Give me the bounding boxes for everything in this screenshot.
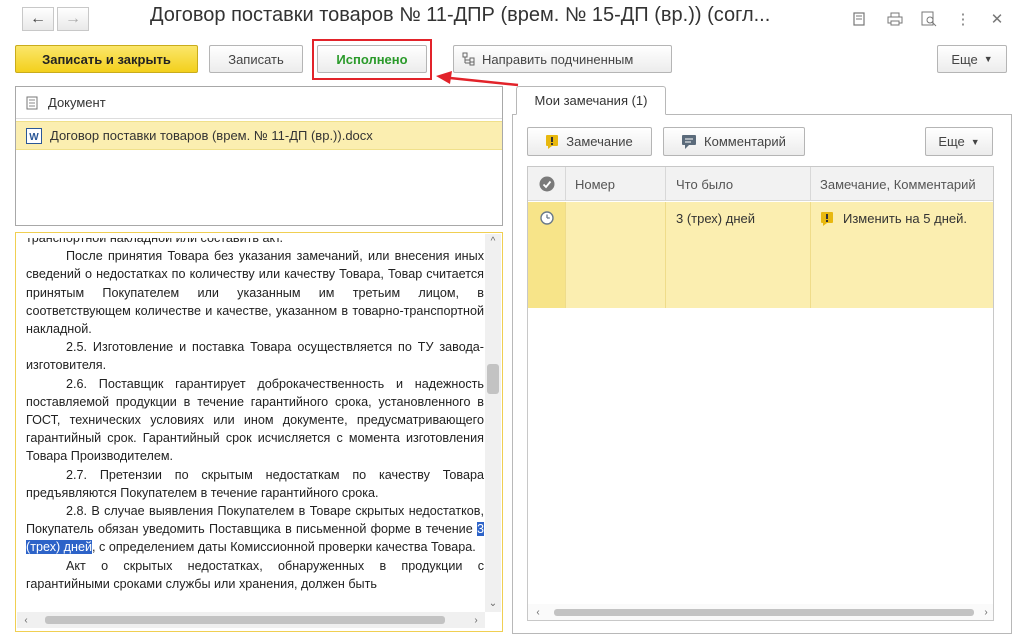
tab-my-remarks-label: Мои замечания (1) <box>534 93 648 108</box>
remarks-more-label: Еще <box>938 134 965 149</box>
arrow-left-icon: ← <box>30 10 46 27</box>
file-name: Договор поставки товаров (врем. № 11-ДП … <box>50 128 373 143</box>
more-button[interactable]: Еще ▼ <box>937 45 1007 73</box>
send-subordinates-label: Направить подчиненным <box>482 51 634 67</box>
scroll-up-icon[interactable]: ^ <box>485 234 501 248</box>
warning-icon <box>546 134 559 149</box>
document-icon <box>26 96 38 110</box>
doc-horizontal-scrollbar[interactable]: ‹ › <box>17 612 485 628</box>
print-icon[interactable] <box>886 10 904 28</box>
comment-icon <box>682 134 697 149</box>
dropdown-arrow-icon: ▼ <box>983 54 993 64</box>
row-remark-text: Изменить на 5 дней. <box>843 211 967 226</box>
word-icon: W <box>26 127 42 144</box>
table-row[interactable]: 3 (трех) дней Изменить на 5 дней. <box>528 202 993 308</box>
column-was[interactable]: Что было <box>666 167 811 201</box>
doc-paragraph: 2.6. Поставщик гарантирует доброкачестве… <box>26 376 484 464</box>
dropdown-arrow-icon: ▼ <box>970 136 980 147</box>
doc-vertical-scrollbar[interactable]: ^ ⌄ <box>485 234 501 612</box>
save-close-button[interactable]: Записать и закрыть <box>15 45 198 73</box>
back-button[interactable]: ← <box>22 7 54 31</box>
scroll-left-icon[interactable]: ‹ <box>532 604 544 620</box>
document-text: транспортной накладной или составить акт… <box>26 238 484 608</box>
scroll-left-icon[interactable]: ‹ <box>19 612 33 628</box>
doc-paragraph: 2.7. Претензии по скрытым недостаткам по… <box>26 467 484 500</box>
doc-paragraph-2-8: 2.8. В случае выявления Покупателем в То… <box>26 502 484 557</box>
scroll-down-icon[interactable]: ⌄ <box>485 596 501 610</box>
file-row[interactable]: W Договор поставки товаров (врем. № 11-Д… <box>16 121 502 150</box>
close-icon[interactable]: ✕ <box>988 10 1006 28</box>
files-panel: Документ W Договор поставки товаров (вре… <box>15 86 503 226</box>
scroll-right-icon[interactable]: › <box>469 612 483 628</box>
doc-vscroll-thumb[interactable] <box>487 364 499 394</box>
table-horizontal-scrollbar[interactable]: ‹ › <box>528 604 993 620</box>
more-vertical-icon[interactable] <box>850 10 868 28</box>
add-remark-label: Замечание <box>566 134 633 149</box>
preview-icon[interactable] <box>920 10 938 28</box>
column-number[interactable]: Номер <box>566 167 666 201</box>
row-was-cell: 3 (трех) дней <box>666 202 811 308</box>
more-menu-icon[interactable]: ⋮ <box>954 10 972 28</box>
warning-icon <box>821 212 833 226</box>
remarks-more-button[interactable]: Еще ▼ <box>925 127 993 156</box>
tab-my-remarks[interactable]: Мои замечания (1) <box>516 86 666 115</box>
doc-text-after: , с определением даты Комиссионной прове… <box>92 540 476 555</box>
done-button[interactable]: Исполнено <box>317 45 427 73</box>
svg-text:W: W <box>29 132 39 143</box>
doc-paragraph: транспортной накладной или составить акт… <box>26 238 284 245</box>
window-title: Договор поставки товаров № 11-ДПР (врем.… <box>150 4 771 26</box>
check-circle-icon <box>539 176 555 192</box>
add-comment-label: Комментарий <box>704 134 786 149</box>
doc-hscroll-thumb[interactable] <box>45 616 445 624</box>
row-remark-cell: Изменить на 5 дней. <box>811 202 993 308</box>
save-button[interactable]: Записать <box>209 45 303 73</box>
clock-icon <box>540 211 554 228</box>
add-comment-button[interactable]: Комментарий <box>663 127 805 156</box>
send-subordinates-button[interactable]: Направить подчиненным <box>453 45 672 73</box>
files-header-label: Документ <box>48 95 106 110</box>
more-label: Еще <box>951 51 978 67</box>
doc-paragraph: После принятия Товара без указания замеч… <box>26 249 484 337</box>
forward-button[interactable]: → <box>57 7 89 31</box>
row-number-cell <box>566 202 666 308</box>
files-header: Документ <box>16 87 502 119</box>
scroll-right-icon[interactable]: › <box>980 604 992 620</box>
doc-text-before: 2.8. В случае выявления Покупателем в То… <box>26 504 484 537</box>
arrow-right-icon: → <box>65 10 81 27</box>
hierarchy-icon <box>462 52 476 66</box>
column-remark[interactable]: Замечание, Комментарий <box>811 167 993 201</box>
doc-paragraph: Акт о скрытых недостатках, обнаруженных … <box>26 558 484 591</box>
table-hscroll-thumb[interactable] <box>554 609 974 616</box>
row-status-cell <box>528 202 566 308</box>
add-remark-button[interactable]: Замечание <box>527 127 652 156</box>
remarks-table: Номер Что было Замечание, Комментарий 3 … <box>527 166 994 621</box>
status-column-header[interactable] <box>528 167 566 201</box>
doc-paragraph: 2.5. Изготовление и поставка Товара осущ… <box>26 340 484 373</box>
table-header: Номер Что было Замечание, Комментарий <box>528 167 993 201</box>
